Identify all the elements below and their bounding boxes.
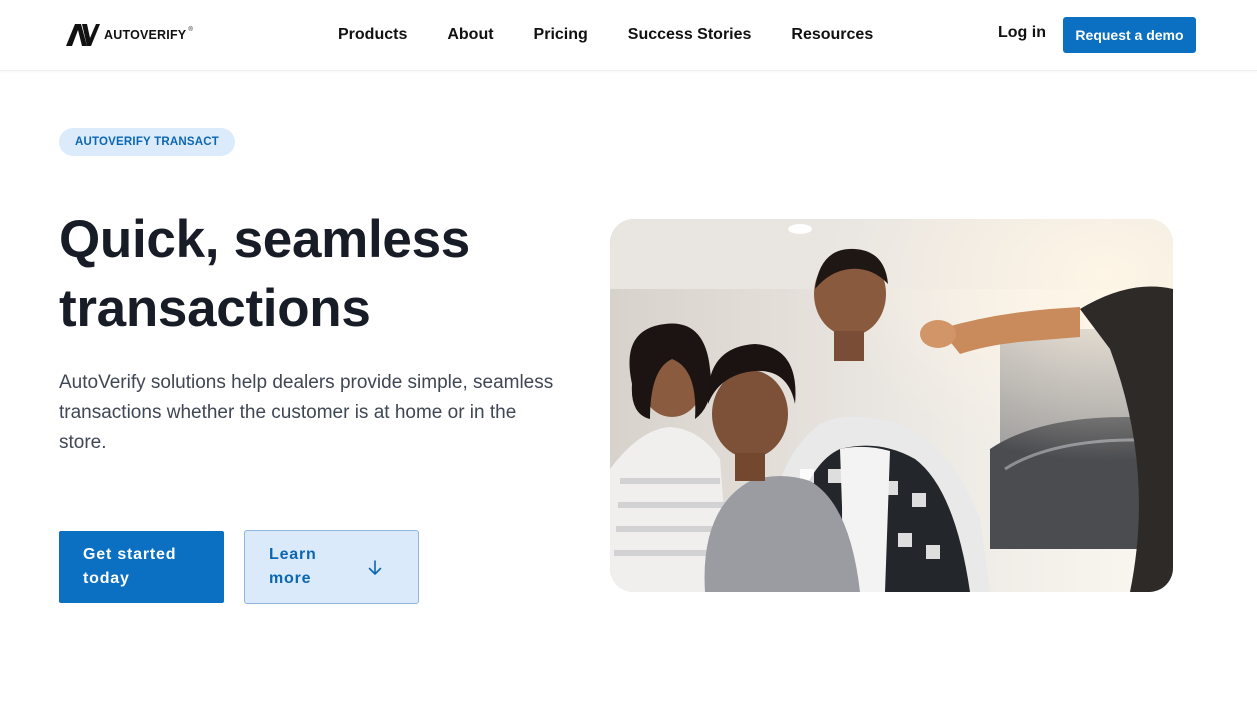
learn-more-button[interactable]: Learn more: [244, 530, 419, 604]
headline-line-1: Quick, seamless: [59, 210, 470, 269]
site-header: AUTOVERIFY ® Products About Pricing Succ…: [0, 0, 1257, 71]
arrow-down-icon: [368, 560, 382, 575]
logo-wordmark: AUTOVERIFY: [104, 28, 187, 42]
autoverify-logo-icon: [66, 24, 100, 46]
hero-photo: [610, 219, 1173, 592]
nav-about[interactable]: About: [447, 26, 493, 44]
headline-line-2: transactions: [59, 279, 371, 338]
nav-pricing[interactable]: Pricing: [534, 26, 588, 44]
nav-products[interactable]: Products: [338, 26, 407, 44]
hero-description: AutoVerify solutions help dealers provid…: [59, 372, 554, 453]
main-nav: Products About Pricing Success Stories R…: [338, 0, 913, 70]
get-started-button[interactable]: Get started today: [59, 531, 224, 603]
hero-headline: Quick, seamless transactions: [59, 205, 579, 343]
autoverify-logo[interactable]: AUTOVERIFY ®: [66, 23, 193, 47]
learn-more-label: Learn more: [269, 546, 317, 587]
login-link[interactable]: Log in: [998, 24, 1046, 42]
nav-success-stories[interactable]: Success Stories: [628, 26, 752, 44]
product-badge: AUTOVERIFY TRANSACT: [59, 128, 235, 156]
logo-registered-mark: ®: [188, 27, 193, 33]
family-receiving-keys-illustration: [610, 219, 1173, 592]
request-demo-button[interactable]: Request a demo: [1063, 17, 1196, 53]
nav-resources[interactable]: Resources: [791, 26, 873, 44]
